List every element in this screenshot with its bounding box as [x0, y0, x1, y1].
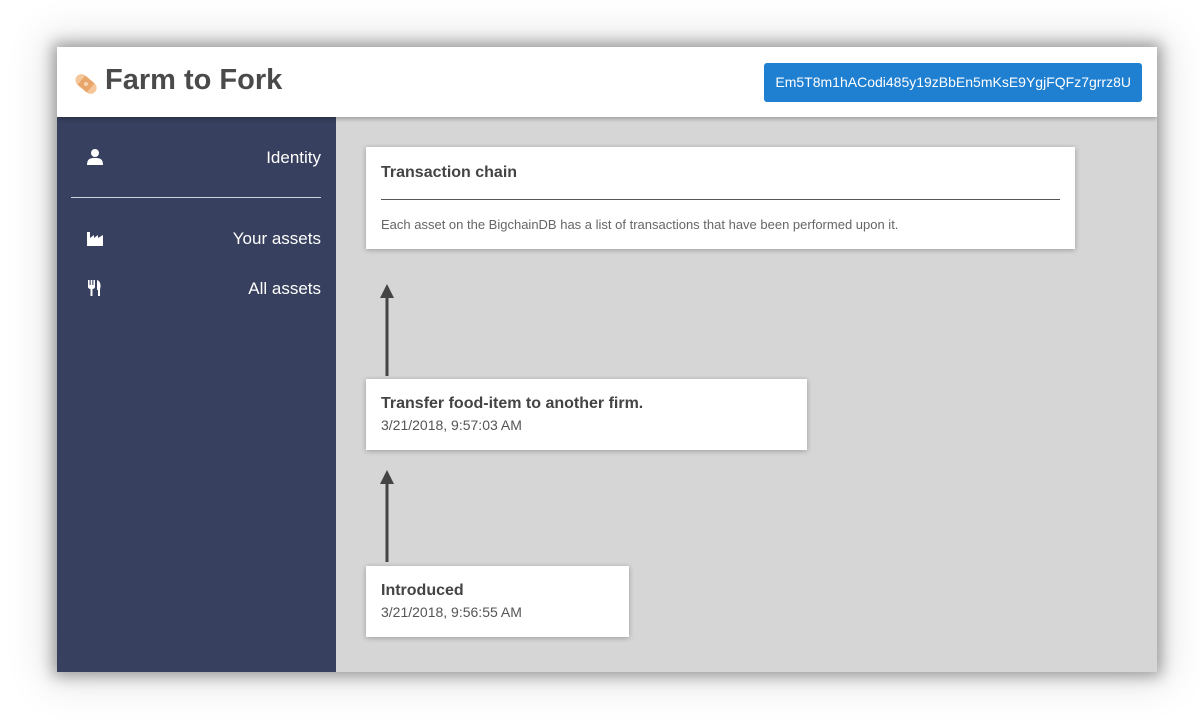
- factory-icon: [87, 232, 103, 246]
- sidebar: Identity Your assets All assets: [57, 117, 336, 672]
- user-icon: [87, 149, 103, 165]
- info-divider: [381, 199, 1060, 200]
- sidebar-item-label: Your assets: [232, 229, 321, 248]
- arrow-up-icon: [380, 470, 394, 562]
- transaction-card[interactable]: Transfer food-item to another firm. 3/21…: [366, 379, 807, 450]
- sidebar-item-identity[interactable]: Identity: [71, 143, 321, 173]
- transaction-card[interactable]: Introduced 3/21/2018, 9:56:55 AM: [366, 566, 629, 637]
- utensils-icon: [88, 280, 101, 296]
- main-content: Transaction chain Each asset on the Bigc…: [336, 117, 1157, 672]
- public-key-button[interactable]: Em5T8m1hACodi485y19zBbEn5mKsE9YgjFQFz7gr…: [764, 63, 1142, 102]
- transaction-title: Introduced: [381, 582, 464, 599]
- info-title: Transaction chain: [381, 164, 518, 181]
- sidebar-item-label: Identity: [266, 148, 321, 167]
- info-description: Each asset on the BigchainDB has a list …: [381, 217, 899, 232]
- sidebar-item-all-assets[interactable]: All assets: [71, 274, 321, 304]
- transaction-chain-info-card: Transaction chain Each asset on the Bigc…: [366, 147, 1075, 249]
- arrow-up-icon: [380, 284, 394, 376]
- transaction-title: Transfer food-item to another firm.: [381, 395, 644, 412]
- sidebar-item-label: All assets: [248, 279, 321, 298]
- app-title: Farm to Fork: [105, 64, 283, 96]
- food-logo-icon: [75, 74, 97, 94]
- sidebar-item-your-assets[interactable]: Your assets: [71, 224, 321, 254]
- transaction-timestamp: 3/21/2018, 9:56:55 AM: [381, 604, 522, 620]
- sidebar-divider: [71, 197, 321, 198]
- app-header: Farm to Fork Em5T8m1hACodi485y19zBbEn5mK…: [57, 47, 1157, 117]
- transaction-timestamp: 3/21/2018, 9:57:03 AM: [381, 417, 522, 433]
- app-window: Farm to Fork Em5T8m1hACodi485y19zBbEn5mK…: [57, 47, 1157, 672]
